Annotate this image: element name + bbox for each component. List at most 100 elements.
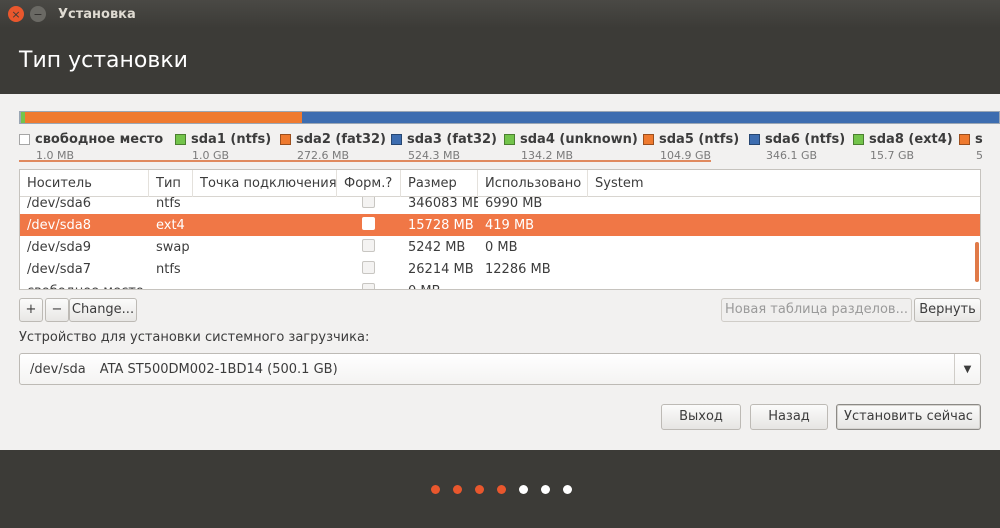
back-button[interactable]: Назад bbox=[750, 404, 828, 430]
cell-size: 5242 MB bbox=[408, 239, 466, 255]
remove-partition-button[interactable]: − bbox=[45, 298, 69, 322]
legend-label: s bbox=[975, 132, 983, 147]
progress-dot bbox=[475, 485, 484, 494]
legend-label: sda2 (fat32) bbox=[296, 132, 387, 147]
close-window-icon[interactable]: × bbox=[8, 6, 24, 22]
cell-format bbox=[337, 238, 401, 256]
column-size[interactable]: Размер bbox=[401, 170, 478, 197]
window-title: Установка bbox=[58, 6, 136, 22]
table-row[interactable]: /dev/sda9 swap 5242 MB 0 MB bbox=[20, 236, 980, 258]
color-swatch-icon bbox=[391, 134, 402, 145]
cell-type: ext4 bbox=[156, 217, 185, 233]
quit-button[interactable]: Выход bbox=[661, 404, 741, 430]
format-checkbox[interactable] bbox=[362, 216, 375, 230]
format-checkbox[interactable] bbox=[362, 238, 375, 252]
column-used[interactable]: Использовано bbox=[478, 170, 588, 197]
bootloader-device-model: ATA ST500DM002-1BD14 (500.1 GB) bbox=[99, 361, 338, 377]
legend-item: s5 bbox=[959, 132, 983, 162]
column-format[interactable]: Форм.? bbox=[337, 170, 401, 197]
dropdown-arrow-icon[interactable]: ▼ bbox=[954, 354, 980, 384]
column-mount[interactable]: Точка подключения bbox=[193, 170, 337, 197]
table-row[interactable]: /dev/sda7 ntfs 26214 MB 12286 MB bbox=[20, 258, 980, 280]
cell-type: swap bbox=[156, 239, 190, 255]
legend-size: 5 bbox=[976, 149, 983, 162]
legend-item: sda4 (unknown) 134.2 MB bbox=[504, 132, 638, 162]
partition-legend: свободное место 1.0 MB sda1 (ntfs) 1.0 GB sd… bbox=[19, 132, 1000, 162]
legend-label: sda3 (fat32) bbox=[407, 132, 498, 147]
column-system[interactable]: System bbox=[588, 170, 980, 197]
legend-name: sda1 (ntfs) bbox=[175, 132, 271, 147]
cell-device: /dev/sda9 bbox=[27, 239, 91, 255]
format-checkbox[interactable] bbox=[362, 197, 375, 208]
main-panel: свободное место 1.0 MB sda1 (ntfs) 1.0 GB sd… bbox=[0, 94, 1000, 450]
bootloader-device: /dev/sda bbox=[30, 361, 86, 377]
color-swatch-icon bbox=[19, 134, 30, 145]
table-body: /dev/sda6 ntfs 346083 MB 6990 MB/dev/sda8 ex… bbox=[20, 197, 980, 289]
legend-item: свободное место 1.0 MB bbox=[19, 132, 163, 162]
cell-size: 15728 MB bbox=[408, 217, 474, 233]
legend-name: sda3 (fat32) bbox=[391, 132, 497, 147]
progress-dot bbox=[541, 485, 550, 494]
cell-device: /dev/sda8 bbox=[27, 217, 91, 233]
install-now-button[interactable]: Установить сейчас bbox=[836, 404, 981, 430]
progress-dot bbox=[431, 485, 440, 494]
bootloader-device-select[interactable]: /dev/sda ATA ST500DM002-1BD14 (500.1 GB)… bbox=[19, 353, 981, 385]
legend-label: sda8 (ext4) bbox=[869, 132, 953, 147]
table-row[interactable]: /dev/sda8 ext4 15728 MB 419 MB bbox=[20, 214, 980, 236]
legend-item: sda8 (ext4) 15.7 GB bbox=[853, 132, 953, 162]
format-checkbox[interactable] bbox=[362, 260, 375, 274]
progress-dot bbox=[453, 485, 462, 494]
cell-used: 419 MB bbox=[485, 217, 535, 233]
legend-name: свободное место bbox=[19, 132, 163, 147]
legend-label: свободное место bbox=[35, 132, 164, 147]
legend-item: sda6 (ntfs) 346.1 GB bbox=[749, 132, 845, 162]
cell-format bbox=[337, 216, 401, 234]
legend-label: sda1 (ntfs) bbox=[191, 132, 272, 147]
color-swatch-icon bbox=[959, 134, 970, 145]
table-row[interactable]: свободное место 0 MB bbox=[20, 280, 980, 289]
legend-scrollbar[interactable] bbox=[19, 160, 711, 162]
column-type[interactable]: Тип bbox=[149, 170, 193, 197]
change-partition-button[interactable]: Change... bbox=[69, 298, 137, 322]
legend-name: sda6 (ntfs) bbox=[749, 132, 845, 147]
cell-device: свободное место bbox=[20, 284, 149, 290]
legend-item: sda5 (ntfs) 104.9 GB bbox=[643, 132, 739, 162]
color-swatch-icon bbox=[504, 134, 515, 145]
bootloader-label: Устройство для установки системного загр… bbox=[19, 330, 370, 345]
cell-used: 6990 MB bbox=[485, 197, 543, 211]
legend-label: sda6 (ntfs) bbox=[765, 132, 846, 147]
legend-item: sda2 (fat32) 272.6 MB bbox=[280, 132, 386, 162]
revert-button[interactable]: Вернуть bbox=[914, 298, 981, 322]
legend-item: sda1 (ntfs) 1.0 GB bbox=[175, 132, 271, 162]
legend-name: s bbox=[959, 132, 983, 147]
legend-size: 15.7 GB bbox=[870, 149, 915, 162]
column-device[interactable]: Носитель bbox=[20, 170, 149, 197]
table-rows: /dev/sda6 ntfs 346083 MB 6990 MB/dev/sda8 ex… bbox=[20, 197, 980, 289]
cell-device: /dev/sda7 bbox=[27, 261, 91, 277]
table-row[interactable]: /dev/sda6 ntfs 346083 MB 6990 MB bbox=[20, 197, 980, 214]
minimize-window-icon[interactable]: − bbox=[30, 6, 46, 22]
partition-bar-segment bbox=[24, 112, 302, 123]
footer bbox=[0, 450, 1000, 528]
cell-type: ntfs bbox=[156, 197, 181, 211]
legend-item: sda3 (fat32) 524.3 MB bbox=[391, 132, 497, 162]
legend-label: sda5 (ntfs) bbox=[659, 132, 740, 147]
header: Тип установки bbox=[0, 28, 1000, 94]
window-titlebar: × − Установка bbox=[0, 0, 1000, 28]
partition-table: Носитель Тип Точка подключения Форм.? Ра… bbox=[19, 169, 981, 290]
color-swatch-icon bbox=[853, 134, 864, 145]
progress-dot bbox=[519, 485, 528, 494]
cell-format bbox=[337, 197, 401, 212]
page-title: Тип установки bbox=[19, 48, 188, 73]
color-swatch-icon bbox=[175, 134, 186, 145]
format-checkbox[interactable] bbox=[362, 282, 375, 289]
table-header: Носитель Тип Точка подключения Форм.? Ра… bbox=[20, 170, 980, 197]
color-swatch-icon bbox=[280, 134, 291, 145]
color-swatch-icon bbox=[643, 134, 654, 145]
add-partition-button[interactable]: + bbox=[19, 298, 43, 322]
cell-size: 0 MB bbox=[401, 284, 478, 290]
cell-format bbox=[337, 260, 401, 278]
progress-dot bbox=[497, 485, 506, 494]
new-partition-table-button[interactable]: Новая таблица разделов... bbox=[721, 298, 912, 322]
table-scrollbar[interactable] bbox=[975, 242, 979, 282]
